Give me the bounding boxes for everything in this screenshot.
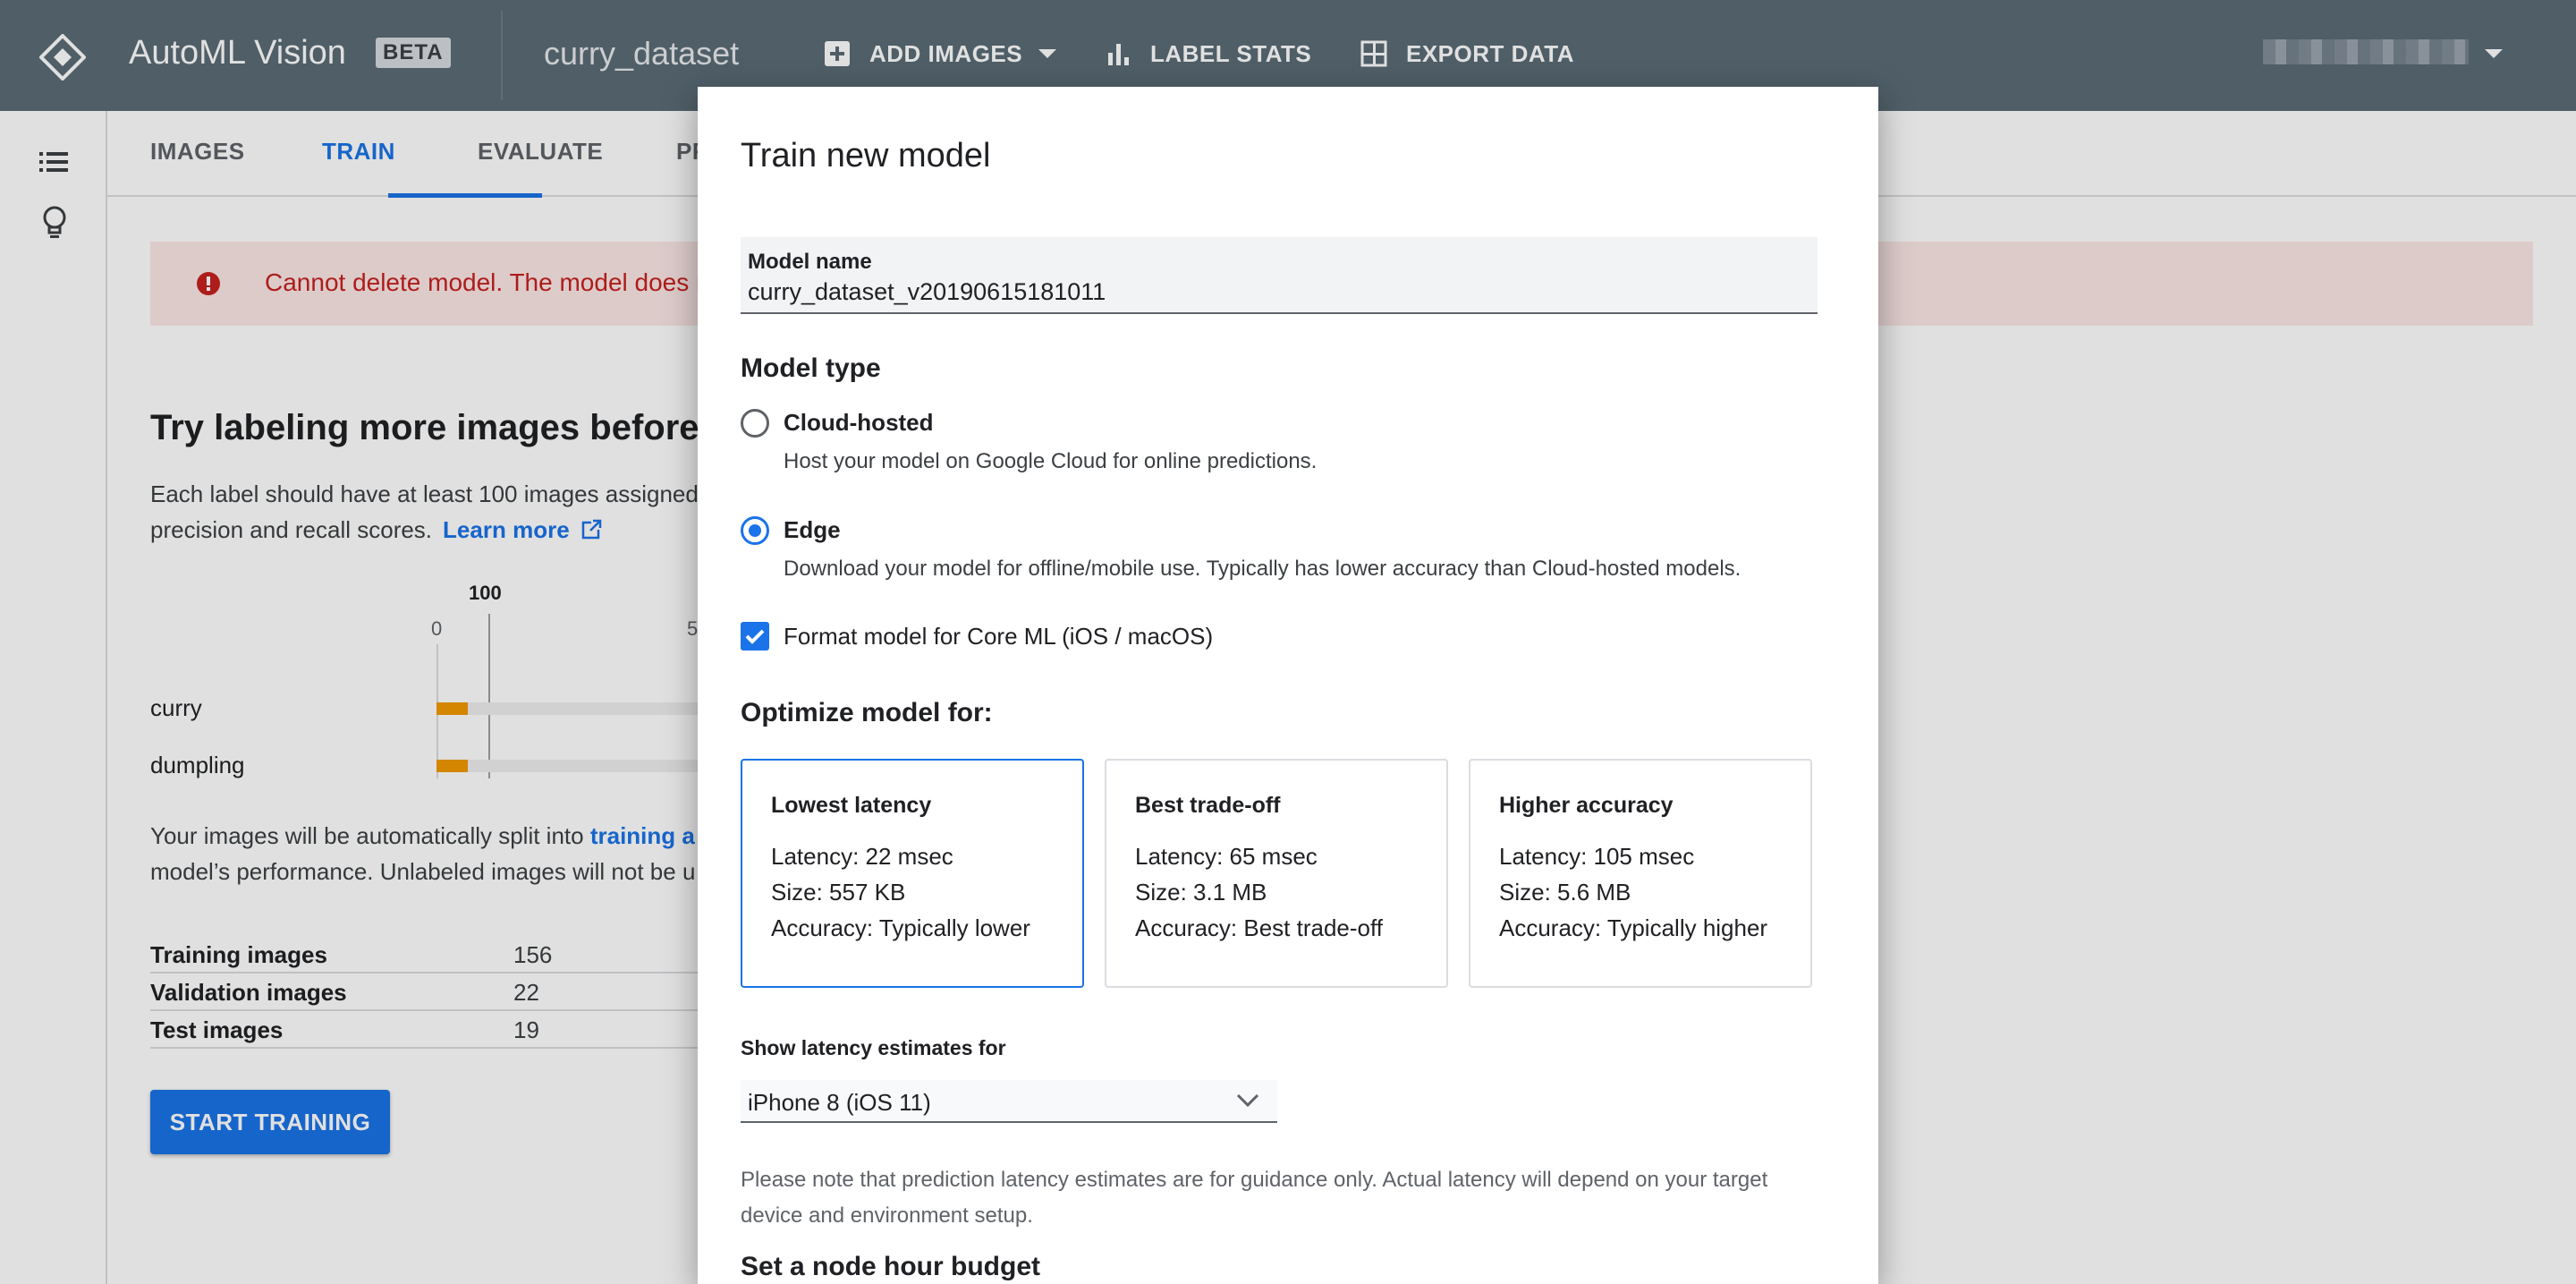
model-name-field[interactable]: Model name curry_dataset_v20190615181011 xyxy=(741,237,1818,314)
device-label: Show latency estimates for xyxy=(741,1036,1006,1059)
model-name-label: Model name xyxy=(748,250,872,274)
device-select[interactable]: iPhone 8 (iOS 11) xyxy=(741,1080,1277,1123)
node-budget-heading: Set a node hour budget xyxy=(741,1252,1040,1281)
chevron-down-icon xyxy=(1236,1093,1259,1108)
cloud-hosted-title[interactable]: Cloud-hosted xyxy=(784,409,934,437)
cloud-hosted-description: Host your model on Google Cloud for onli… xyxy=(784,449,1318,473)
card-latency: Latency: 22 msec xyxy=(771,843,953,870)
train-model-dialog: Train new model Model name curry_dataset… xyxy=(698,87,1878,1284)
lowest-latency-card[interactable]: Lowest latency Latency: 22 msec Size: 55… xyxy=(741,759,1084,988)
card-size: Size: 557 KB xyxy=(771,879,906,906)
coreml-label[interactable]: Format model for Core ML (iOS / macOS) xyxy=(784,623,1213,651)
optimize-heading: Optimize model for: xyxy=(741,698,993,727)
coreml-checkbox[interactable] xyxy=(741,622,769,651)
higher-accuracy-card[interactable]: Higher accuracy Latency: 105 msec Size: … xyxy=(1469,759,1812,988)
edge-description: Download your model for offline/mobile u… xyxy=(784,557,1741,581)
checkmark-icon xyxy=(745,629,765,644)
cloud-hosted-radio[interactable] xyxy=(741,409,769,438)
best-tradeoff-card[interactable]: Best trade-off Latency: 65 msec Size: 3.… xyxy=(1105,759,1448,988)
model-name-input[interactable]: curry_dataset_v20190615181011 xyxy=(748,278,1106,306)
card-size: Size: 3.1 MB xyxy=(1135,879,1267,906)
card-accuracy: Accuracy: Typically higher xyxy=(1499,914,1768,941)
device-selected-value: iPhone 8 (iOS 11) xyxy=(748,1089,931,1116)
dialog-title: Train new model xyxy=(741,137,991,174)
edge-radio[interactable] xyxy=(741,516,769,545)
card-latency: Latency: 65 msec xyxy=(1135,843,1318,870)
card-size: Size: 5.6 MB xyxy=(1499,879,1631,906)
card-latency: Latency: 105 msec xyxy=(1499,843,1695,870)
card-title: Lowest latency xyxy=(771,793,932,818)
card-title: Best trade-off xyxy=(1135,793,1281,818)
card-accuracy: Accuracy: Best trade-off xyxy=(1135,914,1383,941)
edge-title[interactable]: Edge xyxy=(784,516,841,544)
latency-note: Please note that prediction latency esti… xyxy=(741,1168,1768,1228)
card-accuracy: Accuracy: Typically lower xyxy=(771,914,1030,941)
model-type-heading: Model type xyxy=(741,353,881,383)
card-title: Higher accuracy xyxy=(1499,793,1674,818)
